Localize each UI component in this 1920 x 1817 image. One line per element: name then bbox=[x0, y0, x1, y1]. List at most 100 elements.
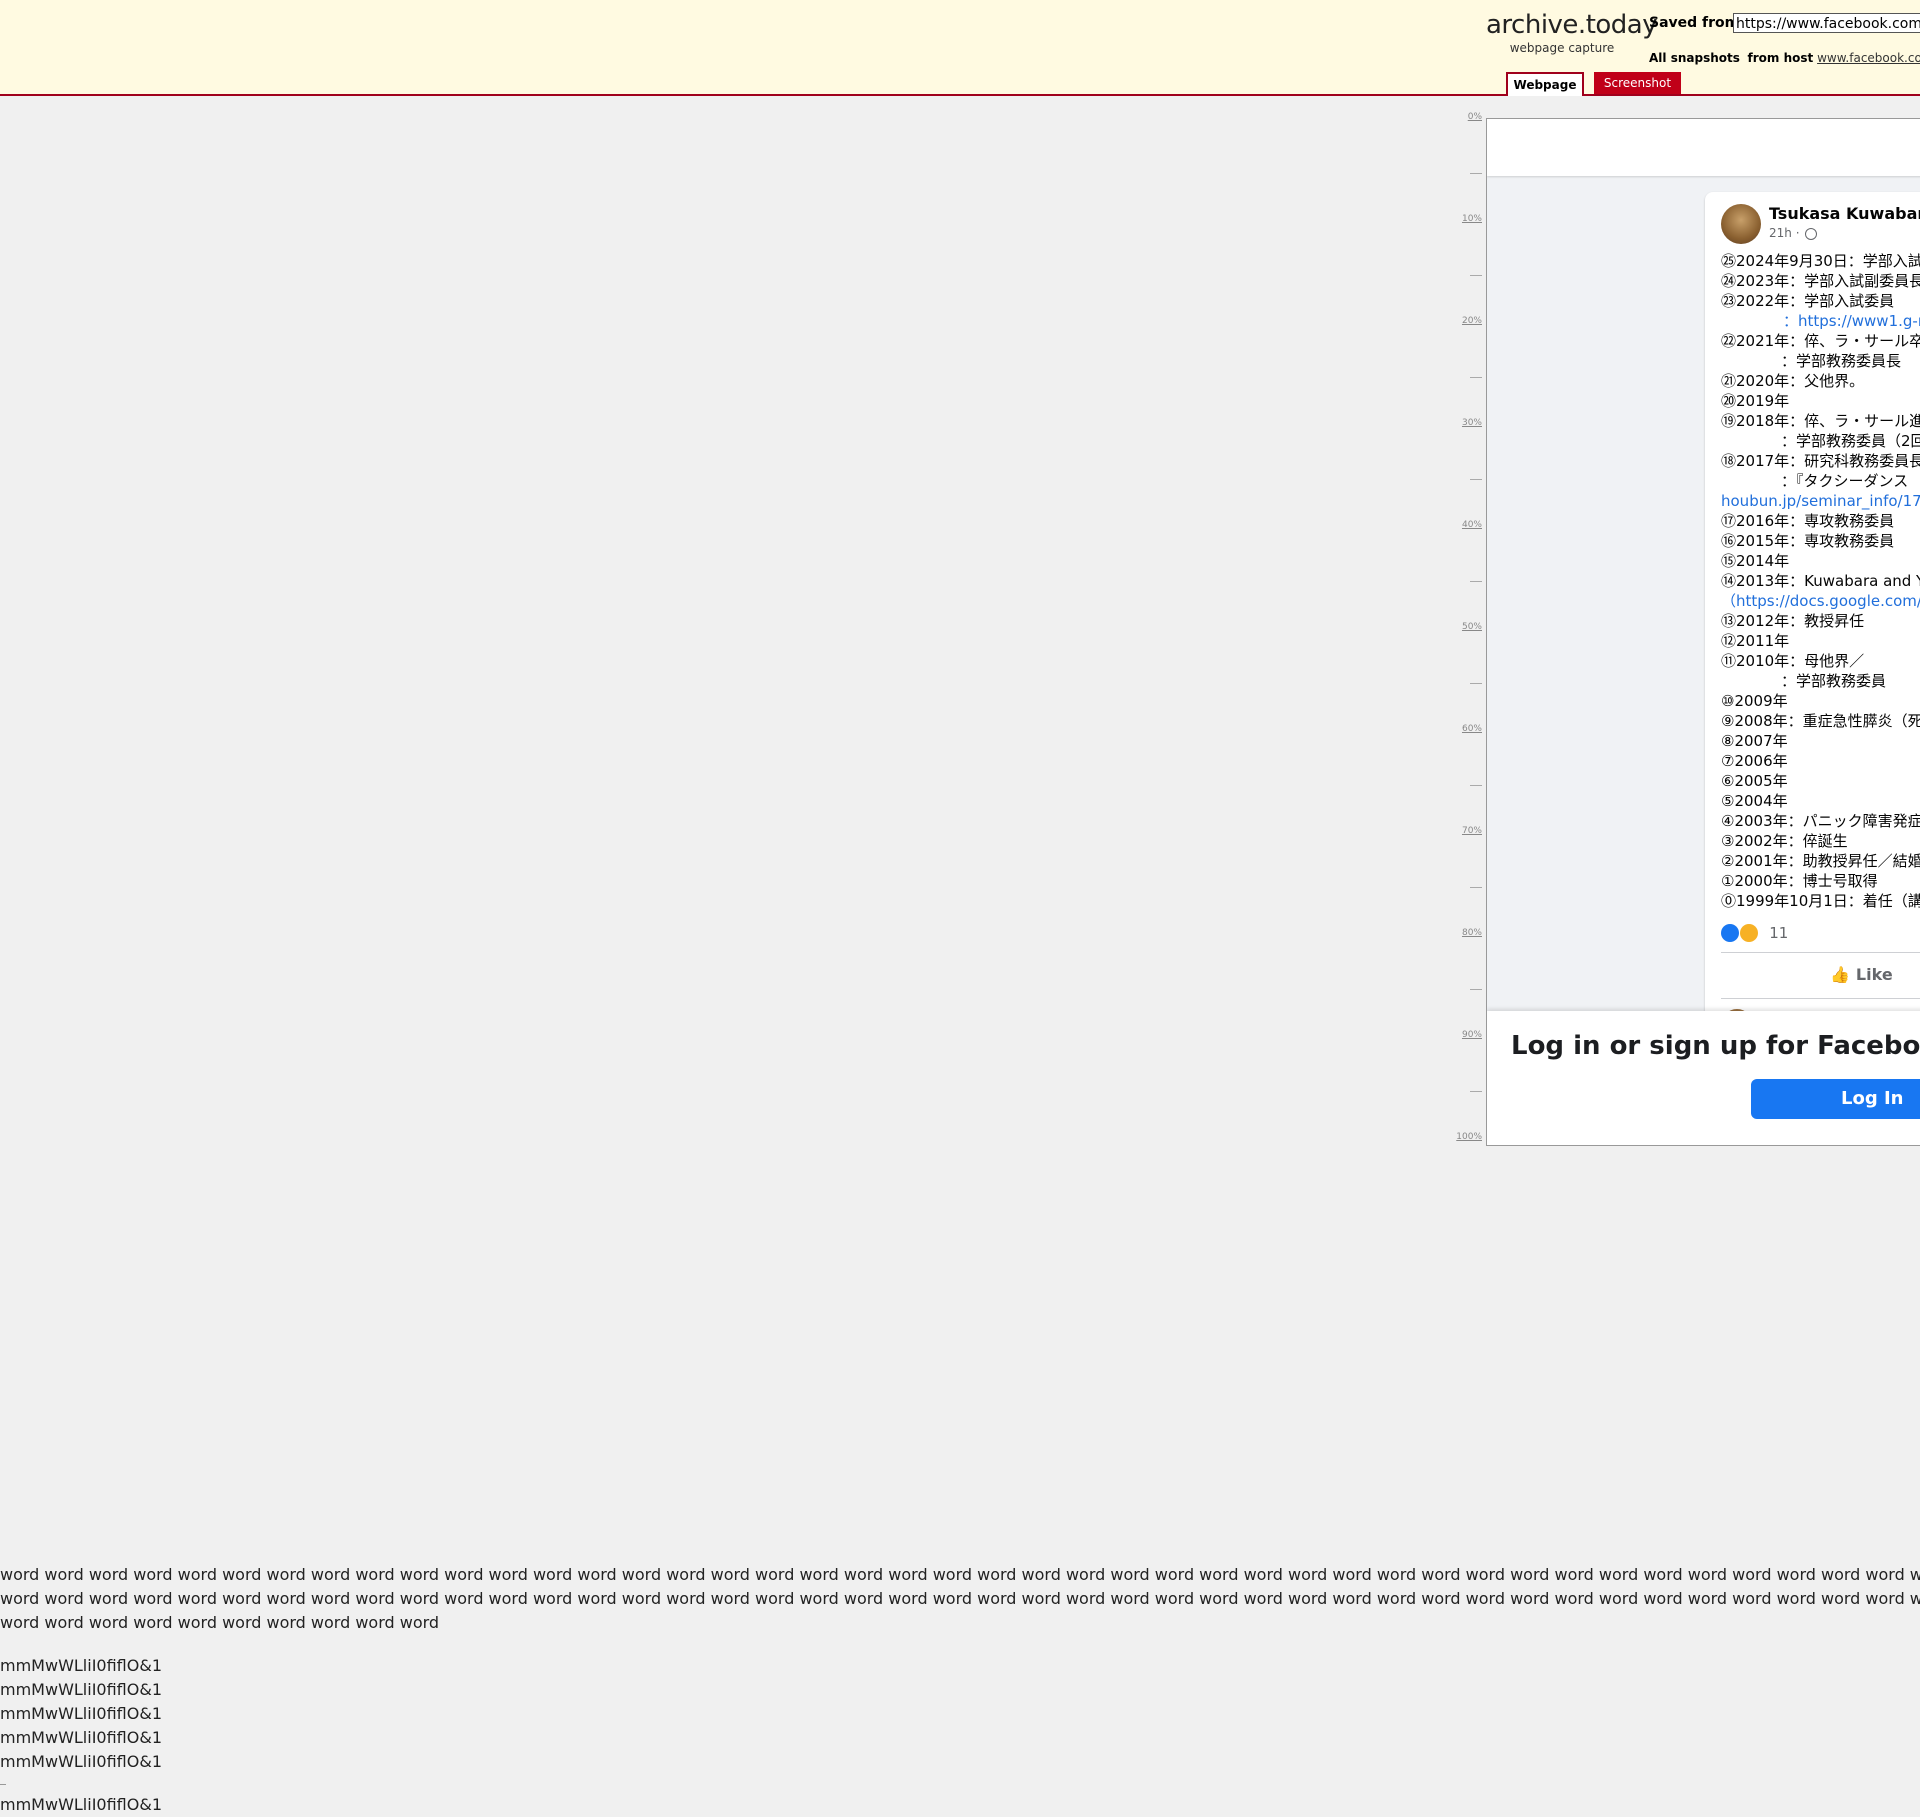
glyph-line: mmMwWLliI0fiflO&1 bbox=[0, 1795, 162, 1814]
ruler-label[interactable]: 0% bbox=[1468, 112, 1482, 122]
ruler-tick bbox=[1470, 581, 1482, 582]
from-host-label: from host bbox=[1747, 51, 1814, 65]
ruler-label[interactable]: 90% bbox=[1462, 1030, 1482, 1040]
filler-line: word word word word word word word word … bbox=[0, 1613, 440, 1632]
logo-title[interactable]: archive.today bbox=[1486, 10, 1658, 40]
all-snapshots-link[interactable]: All snapshots bbox=[1649, 51, 1740, 65]
post-line: ⑳2019年 bbox=[1721, 392, 1790, 410]
post-link-line: houbun.jp/seminar_info/171 bbox=[1721, 491, 1920, 511]
post-link[interactable]: houbun.jp/seminar_info/171 bbox=[1721, 492, 1920, 510]
post-line: ④2003年：パニック障害発症 bbox=[1721, 812, 1920, 830]
post-line: ⑭2013年：Kuwabara and Ya bbox=[1721, 572, 1920, 590]
filler-line: word word word word word word word word … bbox=[0, 1589, 1920, 1608]
thumbs-up-icon: 👍 bbox=[1830, 965, 1850, 984]
login-title: Log in or sign up for Facebook to co bbox=[1511, 1031, 1920, 1061]
ruler-tick bbox=[1470, 683, 1482, 684]
post-line: ㉕2024年9月30日：学部入試委 bbox=[1721, 252, 1920, 270]
post-line: ⑫2011年 bbox=[1721, 632, 1790, 650]
globe-icon bbox=[1805, 227, 1818, 240]
post-line: ⑩2009年 bbox=[1721, 692, 1788, 710]
post-link[interactable]: （https://docs.google.com/... bbox=[1721, 592, 1920, 610]
post-line: ⑲2018年：倅、ラ・サール進 bbox=[1721, 412, 1920, 430]
post-meta: 21h · bbox=[1769, 226, 1818, 240]
post-line: ③2002年：倅誕生 bbox=[1721, 832, 1848, 850]
saved-from-label: Saved from bbox=[1649, 15, 1740, 31]
post-line: ⑯2015年：専攻教務委員 bbox=[1721, 532, 1895, 550]
care-reaction-icon bbox=[1740, 923, 1759, 942]
post-line: ⑬2012年：教授昇任 bbox=[1721, 612, 1865, 630]
snapshots-line: All snapshots from host www.facebook.com bbox=[1649, 51, 1920, 65]
post-line: ㉑2020年：父他界。 bbox=[1721, 372, 1865, 390]
post-line: ⓪1999年10月1日：着任（講師 bbox=[1721, 892, 1920, 910]
reactions-bar[interactable]: 11 bbox=[1721, 922, 1788, 942]
post-line: ①2000年：博士号取得 bbox=[1721, 872, 1878, 890]
login-button[interactable]: Log In bbox=[1751, 1079, 1920, 1119]
facebook-post: Tsukasa Kuwabara 21h · ㉕2024年9月30日：学部入試委… bbox=[1705, 192, 1920, 1092]
glyph-line: mmMwWLliI0fiflO&1 bbox=[0, 1680, 162, 1699]
like-label: Like bbox=[1855, 965, 1893, 984]
ruler-label[interactable]: 60% bbox=[1462, 724, 1482, 734]
ruler-tick bbox=[1470, 275, 1482, 276]
post-line: ⑪2010年：母他界／ bbox=[1721, 652, 1865, 670]
post-line: ⑤2004年 bbox=[1721, 792, 1788, 810]
post-line: ⑥2005年 bbox=[1721, 772, 1788, 790]
divider bbox=[1721, 998, 1920, 999]
post-line: ㉓2022年：学部入試委員 bbox=[1721, 292, 1895, 310]
ruler-tick bbox=[1470, 887, 1482, 888]
login-banner: Log in or sign up for Facebook to co Log… bbox=[1487, 1011, 1920, 1145]
author-name[interactable]: Tsukasa Kuwabara bbox=[1769, 204, 1920, 223]
ruler-label[interactable]: 80% bbox=[1462, 928, 1482, 938]
facebook-topbar bbox=[1487, 119, 1920, 176]
filler-line: word word word word word word word word … bbox=[0, 1565, 1920, 1584]
post-line: ㉔2023年：学部入試副委員長 bbox=[1721, 272, 1920, 290]
post-link-line: （https://docs.google.com/... bbox=[1721, 591, 1920, 611]
archive-logo[interactable]: archive.today webpage capture bbox=[1486, 10, 1658, 55]
post-line: ：学部教務委員 bbox=[1781, 672, 1887, 690]
ruler-label[interactable]: 100% bbox=[1456, 1132, 1482, 1142]
tab-screenshot[interactable]: Screenshot bbox=[1594, 72, 1681, 94]
author-avatar[interactable] bbox=[1721, 204, 1761, 244]
ruler-label[interactable]: 40% bbox=[1462, 520, 1482, 530]
post-link[interactable]: ：https://www1.g-r bbox=[1783, 312, 1920, 330]
ruler-label[interactable]: 10% bbox=[1462, 214, 1482, 224]
reaction-count[interactable]: 11 bbox=[1769, 924, 1788, 942]
ruler-tick bbox=[1470, 173, 1482, 174]
ruler-tick bbox=[1470, 1091, 1482, 1092]
post-link-line: ：https://www1.g-r bbox=[1721, 311, 1920, 331]
post-line: ：『タクシーダンス bbox=[1781, 472, 1909, 490]
ruler-label[interactable]: 50% bbox=[1462, 622, 1482, 632]
ruler-tick bbox=[1470, 785, 1482, 786]
post-body: ㉕2024年9月30日：学部入試委 ㉔2023年：学部入試副委員長 ㉓2022年… bbox=[1721, 251, 1920, 911]
captured-page-frame: Tsukasa Kuwabara 21h · ㉕2024年9月30日：学部入試委… bbox=[1486, 118, 1920, 1146]
logo-subtitle: webpage capture bbox=[1509, 41, 1615, 55]
tab-webpage[interactable]: Webpage bbox=[1506, 72, 1584, 96]
ruler-tick bbox=[1470, 479, 1482, 480]
post-line: ：学部教務委員長 bbox=[1781, 352, 1902, 370]
glyph-line: mmMwWLliI0fiflO&1 bbox=[0, 1728, 162, 1747]
saved-url-field[interactable]: https://www.facebook.com/ts bbox=[1733, 13, 1920, 33]
ruler-label[interactable]: 30% bbox=[1462, 418, 1482, 428]
glyph-line: mmMwWLliI0fiflO&1 bbox=[0, 1704, 162, 1723]
ruler-label[interactable]: 70% bbox=[1462, 826, 1482, 836]
post-line: ⑧2007年 bbox=[1721, 732, 1788, 750]
like-button[interactable]: 👍 Like bbox=[1830, 965, 1893, 984]
post-line: ⑰2016年：専攻教務委員 bbox=[1721, 512, 1895, 530]
host-link[interactable]: www.facebook.com bbox=[1817, 51, 1920, 65]
post-line: ⑮2014年 bbox=[1721, 552, 1790, 570]
post-line: ：学部教務委員（2回 bbox=[1781, 432, 1920, 450]
post-line: ㉒2021年：倅、ラ・サール卒 bbox=[1721, 332, 1920, 350]
ruler-tick bbox=[1470, 377, 1482, 378]
archive-header: archive.today webpage capture Saved from… bbox=[0, 0, 1920, 96]
post-line: ⑨2008年：重症急性膵炎（死 bbox=[1721, 712, 1920, 730]
ruler-label[interactable]: 20% bbox=[1462, 316, 1482, 326]
post-line: ⑦2006年 bbox=[1721, 752, 1788, 770]
divider bbox=[0, 1784, 6, 1785]
post-line: ②2001年：助教授昇任／結婚 bbox=[1721, 852, 1920, 870]
glyph-line: mmMwWLliI0fiflO&1 bbox=[0, 1656, 162, 1675]
filler-text-block: word word word word word word word word … bbox=[0, 1563, 1920, 1817]
post-time[interactable]: 21h · bbox=[1769, 226, 1800, 240]
divider bbox=[1721, 952, 1920, 953]
like-reaction-icon bbox=[1721, 923, 1739, 942]
ruler-tick bbox=[1470, 989, 1482, 990]
